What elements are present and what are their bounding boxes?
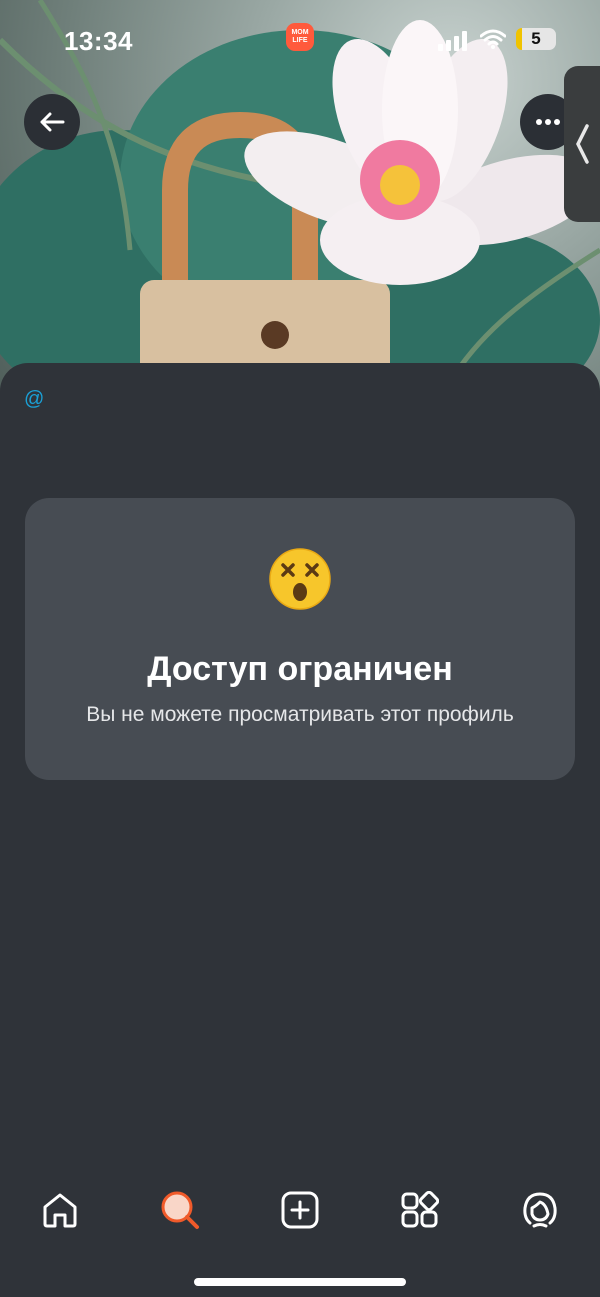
tab-search[interactable] (150, 1180, 210, 1240)
home-indicator (194, 1278, 406, 1286)
restricted-subtitle: Вы не можете просматривать этот профиль (86, 703, 514, 726)
app-logo-icon: MOM LIFE (286, 23, 314, 51)
search-icon (161, 1191, 199, 1229)
cellular-signal-icon (438, 31, 467, 51)
profile-handle[interactable]: @ (24, 388, 44, 411)
apps-icon (401, 1191, 439, 1228)
bottom-tab-bar (0, 1180, 600, 1240)
tab-create[interactable] (270, 1180, 330, 1240)
ellipsis-icon (536, 119, 560, 125)
back-button[interactable] (24, 94, 80, 150)
add-icon (281, 1191, 319, 1229)
restricted-access-card: Доступ ограничен Вы не можете просматрив… (25, 498, 575, 780)
status-time: 13:34 (64, 26, 133, 56)
status-bar: 13:34 MOM LIFE 5 (0, 0, 600, 80)
profile-icon (523, 1192, 557, 1228)
wifi-icon (480, 29, 506, 49)
arrow-left-icon (40, 112, 65, 132)
restricted-title: Доступ ограничен (147, 650, 453, 688)
battery-indicator: 5 (516, 28, 556, 50)
tab-apps[interactable] (390, 1180, 450, 1240)
dizzy-face-emoji-icon (269, 548, 331, 610)
chevron-left-icon (576, 124, 589, 164)
home-icon (43, 1193, 77, 1228)
side-panel-tab[interactable] (564, 66, 600, 222)
battery-level: 5 (531, 29, 541, 48)
tab-profile[interactable] (510, 1180, 570, 1240)
tab-home[interactable] (30, 1180, 90, 1240)
